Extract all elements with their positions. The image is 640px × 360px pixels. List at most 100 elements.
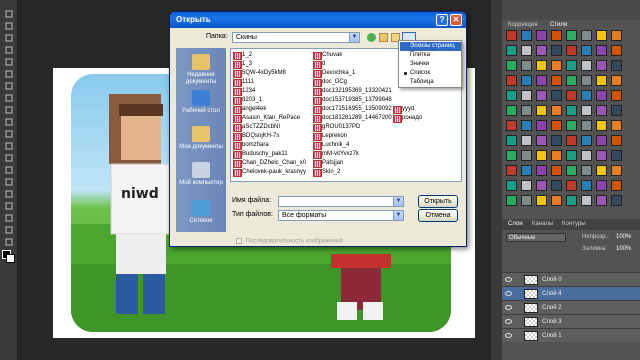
style-swatch[interactable] (536, 135, 547, 146)
style-swatch[interactable] (551, 60, 562, 71)
style-swatch[interactable] (506, 45, 517, 56)
file-item[interactable]: Buduschy_pak11 (233, 150, 288, 159)
file-item[interactable]: Chuvak (313, 51, 342, 60)
style-swatch[interactable] (536, 105, 547, 116)
file-item[interactable]: doc132195369_13320421 (313, 87, 392, 96)
type-tool-icon[interactable] (3, 188, 15, 200)
brush-tool-icon[interactable] (3, 92, 15, 104)
style-swatch[interactable] (566, 75, 577, 86)
style-swatch[interactable] (596, 105, 607, 116)
file-item[interactable]: aScTZZDcbNI (233, 123, 280, 132)
file-item[interactable]: mM-vitYvxz7k (313, 150, 359, 159)
style-swatch[interactable] (581, 60, 592, 71)
style-swatch[interactable] (611, 90, 622, 101)
style-swatch[interactable] (566, 120, 577, 131)
file-item[interactable]: Patsjjan (313, 159, 343, 168)
move-tool-icon[interactable] (3, 8, 15, 20)
style-swatch[interactable] (506, 180, 517, 191)
opacity-value[interactable]: 100% (616, 234, 631, 240)
style-swatch[interactable] (551, 45, 562, 56)
style-swatch[interactable] (581, 75, 592, 86)
style-swatch[interactable] (506, 90, 517, 101)
style-swatch[interactable] (596, 165, 607, 176)
help-button[interactable]: ? (436, 14, 448, 26)
file-item[interactable]: doc181281289_14467200 (313, 114, 392, 123)
place-my-documents[interactable]: Мои документы (176, 126, 226, 151)
style-swatch[interactable] (596, 180, 607, 191)
file-item[interactable]: yyyd (393, 105, 414, 114)
style-swatch[interactable] (506, 60, 517, 71)
style-swatch[interactable] (551, 150, 562, 161)
style-swatch[interactable] (551, 105, 562, 116)
style-swatch[interactable] (566, 45, 577, 56)
pen-tool-icon[interactable] (3, 176, 15, 188)
style-swatch[interactable] (581, 90, 592, 101)
tab-paths[interactable]: Контуры (562, 221, 586, 227)
filename-input[interactable]: ▼ (278, 196, 404, 207)
file-item[interactable]: 1234 (233, 87, 255, 96)
eyedropper-icon[interactable] (3, 68, 15, 80)
style-swatch[interactable] (536, 120, 547, 131)
shape-tool-icon[interactable] (3, 212, 15, 224)
style-swatch[interactable] (506, 165, 517, 176)
menu-item-tiles[interactable]: Плитка (400, 51, 461, 60)
file-item[interactable]: angel4ek (233, 105, 266, 114)
file-item[interactable]: Devochka_1 (313, 69, 355, 78)
style-swatch[interactable] (551, 75, 562, 86)
style-swatch[interactable] (536, 45, 547, 56)
style-swatch[interactable] (611, 120, 622, 131)
file-item[interactable]: 1111 (233, 78, 254, 87)
up-folder-icon[interactable] (379, 33, 388, 42)
style-swatch[interactable] (506, 30, 517, 41)
file-item[interactable]: gROU0137PD (313, 123, 360, 132)
layer-row[interactable]: Слой 2 (502, 300, 640, 314)
place-desktop[interactable]: Рабочий стол (176, 90, 226, 115)
style-swatch[interactable] (596, 90, 607, 101)
place-recent[interactable]: Недавние документы (176, 54, 226, 86)
place-my-computer[interactable]: Мой компьютер (176, 162, 226, 187)
file-item[interactable]: doc_DCg (313, 78, 347, 87)
style-swatch[interactable] (581, 165, 592, 176)
style-swatch[interactable] (596, 60, 607, 71)
file-item[interactable]: Asasin_Klan_RePace (233, 114, 300, 123)
blend-mode-select[interactable]: Обычные (506, 233, 566, 242)
style-swatch[interactable] (581, 45, 592, 56)
blur-icon[interactable] (3, 152, 15, 164)
style-swatch[interactable] (536, 30, 547, 41)
style-swatch[interactable] (581, 30, 592, 41)
fill-value[interactable]: 100% (616, 246, 631, 252)
tab-styles[interactable]: Стили (550, 22, 567, 28)
dodge-icon[interactable] (3, 164, 15, 176)
style-swatch[interactable] (596, 120, 607, 131)
menu-item-icons[interactable]: Значки (400, 60, 461, 69)
file-item[interactable]: 8203_1 (233, 96, 262, 105)
file-item[interactable]: Leprekon (313, 132, 347, 141)
style-swatch[interactable] (521, 30, 532, 41)
style-swatch[interactable] (536, 195, 547, 206)
back-icon[interactable] (367, 33, 376, 42)
eye-icon[interactable] (505, 333, 512, 338)
style-swatch[interactable] (581, 120, 592, 131)
style-swatch[interactable] (596, 150, 607, 161)
style-swatch[interactable] (551, 120, 562, 131)
menu-item-thumbnails[interactable]: Эскизы страниц (400, 42, 461, 51)
style-swatch[interactable] (521, 180, 532, 191)
layer-row[interactable]: Слой 3 (502, 314, 640, 328)
style-swatch[interactable] (581, 180, 592, 191)
style-swatch[interactable] (551, 30, 562, 41)
tab-channels[interactable]: Каналы (532, 221, 553, 227)
style-swatch[interactable] (596, 30, 607, 41)
file-item[interactable]: ронадо (393, 114, 422, 123)
style-swatch[interactable] (521, 60, 532, 71)
file-item[interactable]: Chan_DZhelc_Chan_x0 (233, 159, 306, 168)
style-swatch[interactable] (566, 60, 577, 71)
eye-icon[interactable] (505, 291, 512, 296)
style-swatch[interactable] (596, 75, 607, 86)
style-swatch[interactable] (611, 195, 622, 206)
style-swatch[interactable] (506, 195, 517, 206)
hand-tool-icon[interactable] (3, 224, 15, 236)
style-swatch[interactable] (506, 135, 517, 146)
style-swatch[interactable] (551, 195, 562, 206)
file-item[interactable]: 1_3 (233, 60, 252, 69)
lasso-tool-icon[interactable] (3, 32, 15, 44)
